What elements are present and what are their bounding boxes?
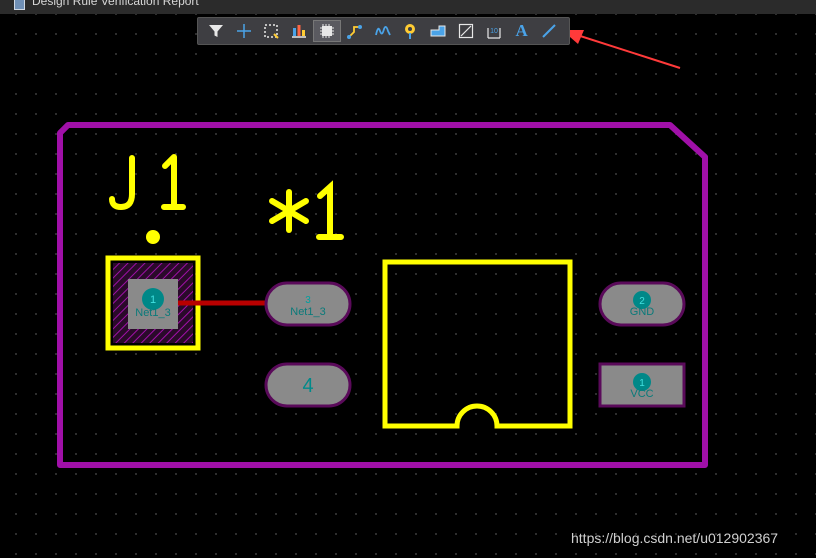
align-button[interactable] xyxy=(285,20,313,42)
pad-3-net: Net1_3 xyxy=(290,306,325,318)
select-rect-button[interactable] xyxy=(258,20,286,42)
line-icon xyxy=(542,24,557,38)
place-component-button[interactable] xyxy=(313,20,341,42)
place-text-button[interactable]: A xyxy=(508,20,536,42)
route-button[interactable] xyxy=(341,20,369,42)
route-icon xyxy=(346,25,362,39)
pad-via-button[interactable] xyxy=(397,20,425,42)
designator-label xyxy=(109,154,186,210)
pad-vcc-net: VCC xyxy=(630,388,653,400)
dimension-button[interactable]: 10 xyxy=(480,20,508,42)
dimension-icon: 10 xyxy=(487,28,501,39)
interactive-route-icon xyxy=(374,26,391,36)
annotation-arrow-line xyxy=(573,33,681,69)
watermark-url: https://blog.csdn.net/u012902367 xyxy=(571,530,779,546)
region-button[interactable] xyxy=(452,20,480,42)
pad-1-net: Net1_3 xyxy=(135,307,170,319)
interactive-route-button[interactable] xyxy=(369,20,397,42)
pin1-marker xyxy=(146,230,160,244)
pad-4-number: 4 xyxy=(302,375,313,397)
filter-button[interactable] xyxy=(202,20,230,42)
region-icon xyxy=(458,23,474,39)
polygon-button[interactable] xyxy=(424,20,452,42)
crosshair-button[interactable] xyxy=(230,20,258,42)
pad-1-number: 1 xyxy=(150,294,156,306)
component-body-silk xyxy=(382,259,573,429)
component-icon xyxy=(320,24,335,38)
pad-via-icon xyxy=(405,24,416,39)
polygon-icon xyxy=(430,25,446,37)
comment-label xyxy=(269,180,344,240)
pad-3-number: 3 xyxy=(305,295,311,306)
pad-2-net: GND xyxy=(630,306,655,318)
crosshair-icon xyxy=(236,24,251,38)
active-bar-toolbar: 10 A xyxy=(197,17,570,45)
filter-icon xyxy=(208,25,223,37)
select-rect-icon xyxy=(264,24,280,39)
svg-text:10: 10 xyxy=(490,28,498,35)
align-icon xyxy=(292,25,307,38)
pcb-canvas[interactable]: 1 Net1_3 3 Net1_3 4 2 GND 1 VCC xyxy=(0,0,816,558)
place-line-button[interactable] xyxy=(536,20,564,42)
text-icon: A xyxy=(515,21,528,40)
